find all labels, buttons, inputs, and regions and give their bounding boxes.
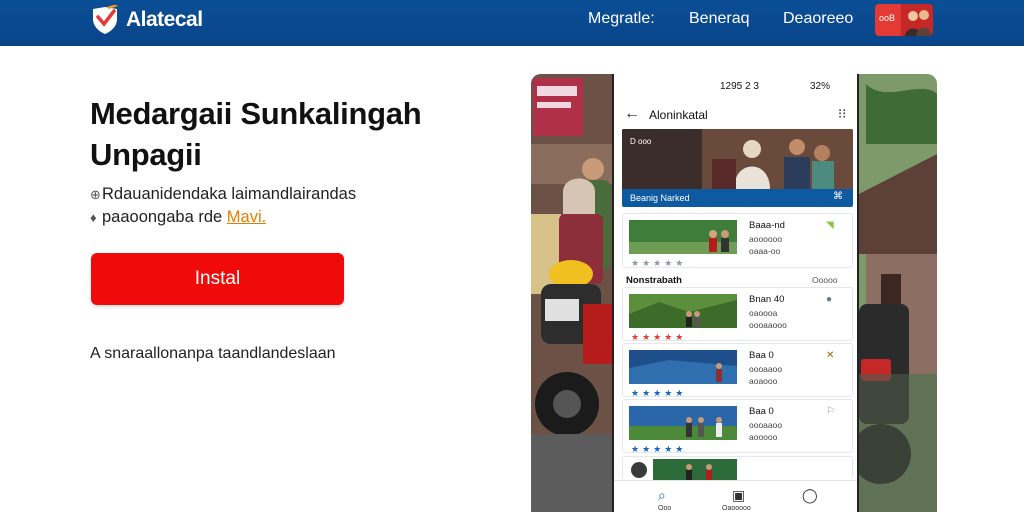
section-title: Nonstrabath [626,275,682,286]
subtitle-text-1: Rdauanidendaka laimandlairandas [102,185,357,203]
item-thumbnail [629,294,737,328]
item-line-2: aooooo [749,432,778,442]
status-bar: 1295 2 3 32% [614,74,857,98]
user-photo-icon [901,4,933,36]
brand-logo[interactable]: Alatecal [90,5,203,35]
library-icon[interactable]: ▣ [732,487,745,504]
featured-rating: ★★★★★ [631,258,687,268]
list-item[interactable]: ★★★★★ Bnan 40 oaoooa oooaaooo ● [622,287,853,342]
featured-card[interactable]: ★★★★★ Baaa-nd aoooooo oaaa-oo ◥ [622,213,853,268]
nav-link-3[interactable]: Deaoreeo [783,10,853,28]
featured-line-2: oaaa-oo [749,246,781,256]
bullet-icon: ⊕ [90,187,101,202]
hero-title: Medargaii Sunkalingah Unpagii [90,96,422,172]
nav-label-library: Oaooooo [722,505,751,512]
list-item[interactable]: ★★★★★ Baa 0 oooaaoo aooooo ⚐ [622,399,853,454]
item-line-2: aoaooo [749,376,778,386]
item-line-2: oooaaooo [749,320,787,330]
brand-name: Alatecal [126,8,203,31]
more-options-icon[interactable]: ⁝⁝ [838,106,846,122]
banner-image [622,129,853,189]
banner-overlay-text: D ooo [630,137,652,146]
item-title: Bnan 40 [749,294,785,305]
item-rating: ★★★★★ [631,332,687,342]
item-thumbnail [629,350,737,384]
featured-title: Baaa-nd [749,220,785,231]
status-time: 1295 2 3 [720,81,759,92]
item-rating: ★★★★★ [631,444,687,454]
top-header: Alatecal Megratle: Beneraq Deaoreeo ooB [0,0,1024,46]
subtitle-link[interactable]: Mavi. [227,208,266,226]
item-title: Baa 0 [749,406,774,417]
battery-level: 32% [810,81,831,92]
bookmark-icon[interactable]: ⚐ [826,406,835,417]
card-thumbnail [629,220,737,254]
play-icon[interactable]: ◥ [826,220,834,231]
nav-link-2[interactable]: Beneraq [689,10,750,28]
item-thumbnail [629,406,737,440]
subtitle-text-2: paaoongaba rde [102,208,223,226]
featured-banner[interactable]: D ooo Beanig Narked ⌘ [622,129,853,207]
item-thumbnail [631,459,737,481]
item-title: Baa 0 [749,350,774,361]
profile-badge-label: ooB [879,13,896,23]
section-more-link[interactable]: Ooooo [812,275,838,285]
pin-icon: ♦ [90,210,97,225]
hero-subtitle: ⊕Rdauanidendaka laimandlairandas ♦ paaoon… [90,183,430,229]
app-bar: ← Aloninkatal ⁝⁝ [614,102,857,128]
profile-icon[interactable]: ◯ [802,487,818,504]
featured-line-1: aoooooo [749,234,783,244]
share-icon[interactable]: ⌘ [833,191,843,202]
item-line-1: oooaaoo [749,420,783,430]
phone-mockup: 1295 2 3 32% ← Aloninkatal ⁝⁝ D ooo Bean… [612,74,859,512]
nav-label-search: Ooo [658,505,672,512]
options-icon[interactable]: ● [826,294,832,305]
banner-caption: Beanig Narked [630,193,690,203]
list-item[interactable]: ★★★★★ Baa 0 oooaaoo aoaooo ✕ [622,343,853,398]
shield-logo-icon [93,5,118,34]
back-arrow-icon[interactable]: ← [624,105,640,123]
item-line-1: oooaaoo [749,364,783,374]
search-icon[interactable]: ⌕ [658,487,666,504]
item-line-1: oaoooa [749,308,778,318]
subtitle-line-1: ⊕Rdauanidendaka laimandlairandas [90,183,430,206]
profile-badge[interactable]: ooB [875,4,933,36]
item-rating: ★★★★★ [631,388,687,398]
hero-footer-text: A snaraallonanpa taandlandeslaan [90,345,336,362]
nav-link-1[interactable]: Megratle: [588,10,655,28]
install-button[interactable]: Instal [91,253,344,305]
app-title: Aloninkatal [649,108,708,122]
subtitle-line-2: ♦ paaoongaba rde Mavi. [90,206,430,229]
bottom-navigation: ⌕ Ooo ▣ Oaooooo ◯ [614,480,857,512]
share-icon[interactable]: ✕ [826,350,834,361]
list-item[interactable] [622,456,853,481]
